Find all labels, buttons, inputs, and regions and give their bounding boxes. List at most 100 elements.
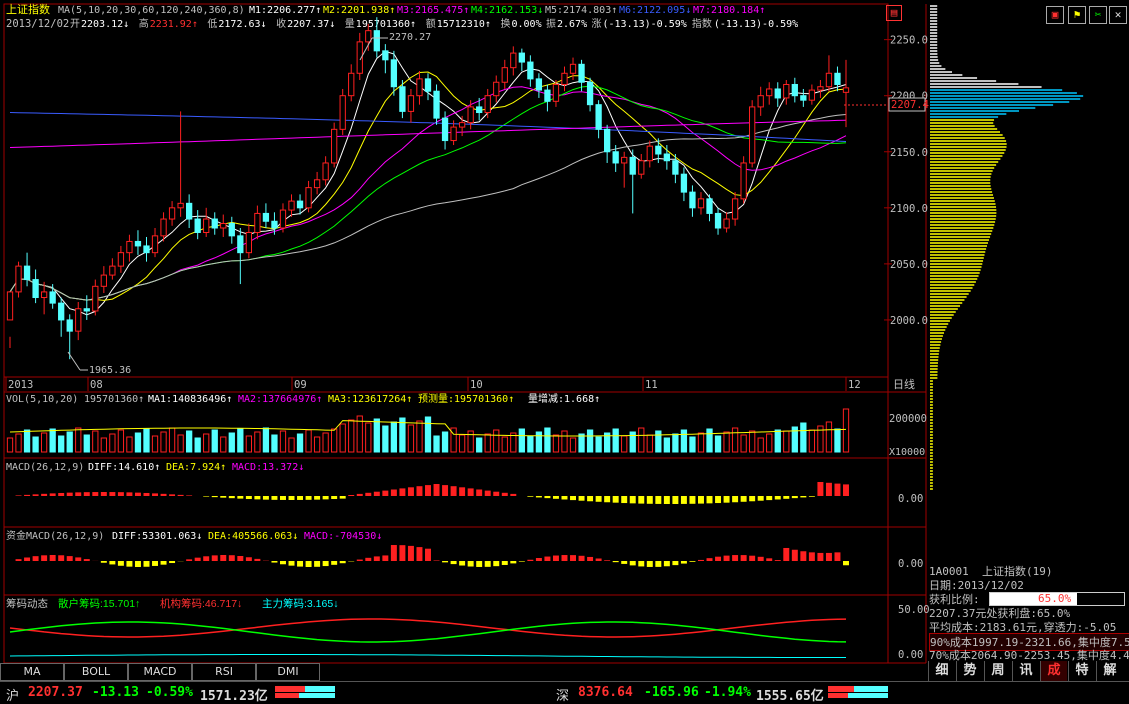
macd-macd: MACD:13.372↓ (232, 462, 304, 473)
rtab-explain[interactable]: 解 (1096, 661, 1123, 681)
fund-macd-title: 资金MACD(26,12,9) (6, 529, 104, 542)
volume-bar (441, 431, 449, 453)
candle-body (339, 95, 346, 130)
candle-body (100, 274, 107, 287)
status-bar: 沪 2207.37 -13.13 -0.59% 1571.23亿 深 8376.… (0, 681, 1129, 704)
volume-bar (211, 429, 218, 453)
rtab-news[interactable]: 讯 (1012, 661, 1039, 681)
candle-body (254, 212, 261, 233)
candle-body (151, 235, 159, 254)
vol-y-tick: 200000 (889, 413, 927, 425)
ma240-line (9, 119, 847, 148)
candle-body (663, 153, 671, 162)
calendar-icon[interactable]: ▤ (886, 5, 902, 21)
candle-body (177, 202, 184, 209)
ohlc-part: 低 (207, 17, 217, 30)
settings-icon[interactable]: ✕ (1109, 6, 1127, 24)
volume-bar (177, 434, 184, 453)
candle-body (535, 78, 543, 91)
rtab-detail[interactable]: 细 (928, 661, 955, 681)
candle-body (134, 240, 142, 247)
candle-body (313, 179, 321, 189)
volume-bar (569, 437, 577, 453)
volume-bar (322, 432, 329, 453)
volume-bar (638, 427, 645, 453)
vol-forecast: 预测量:195701360↑ (418, 392, 514, 405)
chip-y-tick-50: 50.00 (898, 604, 930, 616)
tab-ma[interactable]: MA (0, 663, 64, 681)
sh-label: 沪 (6, 689, 20, 704)
volume-bar (842, 408, 850, 453)
volume-bar (825, 421, 833, 453)
sh-price: 2207.37 (28, 685, 83, 700)
candle-body (766, 88, 773, 97)
sh-breadth-bar (275, 686, 335, 698)
candle-body (185, 202, 193, 220)
ohlc-part: 额 (426, 17, 436, 30)
volume-bar (262, 427, 270, 453)
chip-title: 筹码动态 (6, 597, 48, 610)
ohlc-part: 0.00% (512, 19, 542, 30)
volume-bar (100, 437, 107, 453)
candle-body (160, 218, 167, 237)
candle-body (373, 30, 380, 52)
ohlc-part: (-13.13)-0.59% (603, 19, 687, 30)
volume-bar (433, 435, 440, 453)
tab-boll[interactable]: BOLL (64, 663, 128, 681)
window-icon[interactable]: ▣ (1046, 6, 1064, 24)
candle-body (109, 265, 116, 276)
chip-main: 主力筹码:3.165↓ (262, 597, 338, 610)
header-date: 2013/12/02 (6, 18, 69, 30)
chip-retail: 散户筹码:15.701↑ (58, 597, 140, 610)
candle-body (706, 198, 713, 214)
flag-icon[interactable]: ⚑ (1068, 6, 1086, 24)
rtab-chips[interactable]: 成 (1040, 661, 1067, 681)
rtab-trend[interactable]: 势 (956, 661, 983, 681)
tab-rsi[interactable]: RSI (192, 663, 256, 681)
main-chip-line (9, 654, 846, 658)
volume-bar (185, 430, 193, 453)
candle-body (586, 81, 594, 106)
volume-bar (774, 429, 781, 453)
candle-body (646, 145, 653, 162)
volume-bar (586, 429, 594, 453)
candle-body (203, 218, 210, 233)
price-y-ticks: 2250.02200.02150.02100.02050.02000.0 (884, 35, 928, 327)
candle-body (638, 160, 645, 175)
candle-body (424, 78, 432, 92)
volume-bar (23, 429, 31, 453)
tools-icon[interactable]: ✂ (1089, 6, 1107, 24)
volume-bar (75, 427, 82, 453)
ma20-line (9, 86, 847, 301)
volume-bar (390, 421, 398, 453)
candle-body (621, 156, 628, 164)
macd-dea: DEA:7.924↑ (166, 462, 226, 473)
candle-body (476, 106, 483, 114)
volume-bar (305, 429, 312, 453)
volume-bar (58, 435, 65, 453)
vol-unit: X10000 (889, 447, 925, 458)
ohlc-part: 换 (501, 17, 511, 30)
sh-change: -13.13 (92, 685, 139, 700)
volume-bar (313, 436, 321, 453)
rtab-week[interactable]: 周 (984, 661, 1011, 681)
candle-body (288, 200, 295, 211)
ma-legend-item: M4:2162.153↓ (471, 5, 543, 16)
candle-body (348, 72, 355, 97)
sz-price: 8376.64 (578, 685, 633, 700)
tab-dmi[interactable]: DMI (256, 663, 320, 681)
volume-bar (484, 433, 491, 453)
candle-body (296, 200, 304, 209)
candle-body (458, 122, 466, 128)
ohlc-part: (-13.13)-0.59% (714, 19, 798, 30)
low-annotation: 1965.36 (89, 365, 131, 376)
rtab-special[interactable]: 特 (1068, 661, 1095, 681)
price-tick-label: 2100.0 (890, 203, 928, 215)
ohlc-part: 15712310↑ (437, 19, 491, 30)
volume-bar (288, 437, 295, 453)
candle-body (723, 218, 730, 229)
volume-bar (134, 432, 142, 453)
volume-bar (331, 428, 338, 453)
candle-body (817, 86, 824, 91)
tab-macd[interactable]: MACD (128, 663, 192, 681)
